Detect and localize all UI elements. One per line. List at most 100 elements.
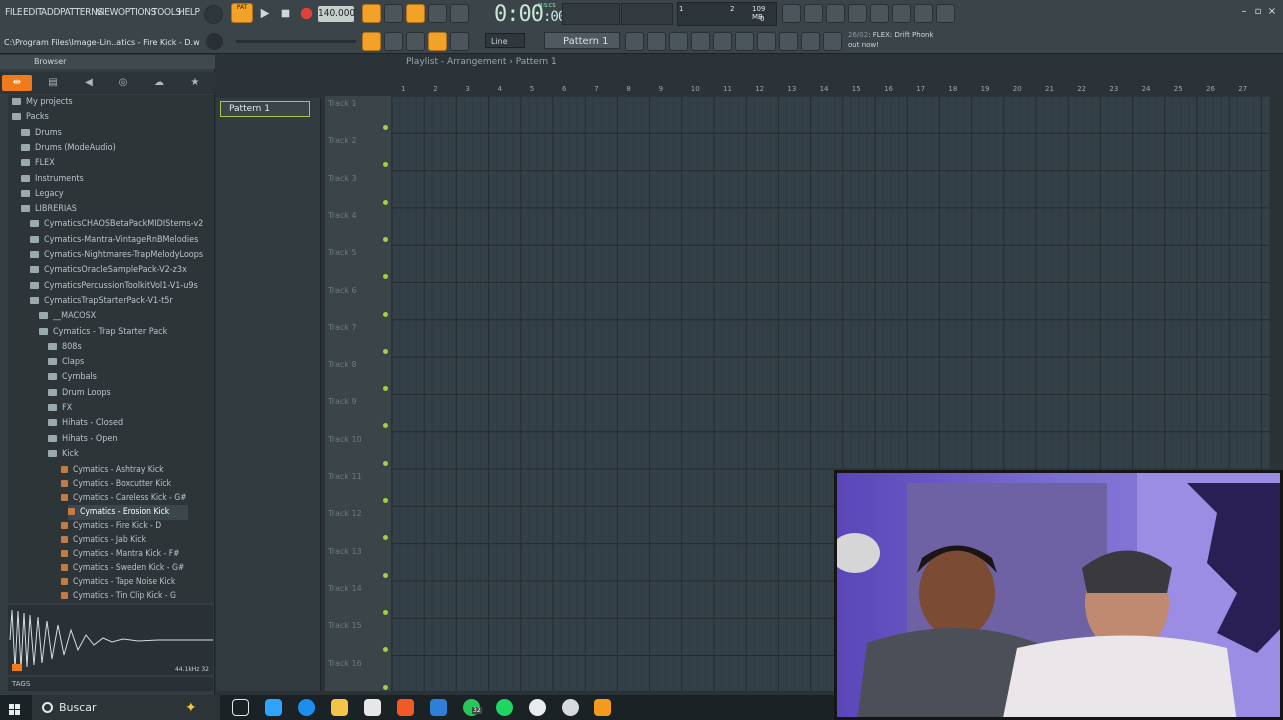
- arrow-icon[interactable]: [384, 32, 403, 51]
- menu-help[interactable]: HELP: [178, 7, 200, 18]
- tags-bar[interactable]: TAGS: [8, 677, 213, 691]
- browser-folder[interactable]: CymaticsTrapStarterPack-V1-t5r: [30, 294, 173, 309]
- metronome-button[interactable]: [362, 4, 381, 23]
- edge-icon[interactable]: [298, 699, 315, 716]
- track-mute-dot[interactable]: [383, 162, 388, 168]
- browser-folder[interactable]: CymaticsCHAOSBetaPackMIDIStems-v2: [30, 217, 203, 232]
- browser-file[interactable]: Cymatics - Sweden Kick - G#: [61, 561, 184, 576]
- browser-folder[interactable]: Kick: [48, 447, 79, 462]
- track-header[interactable]: Track 16: [325, 659, 391, 668]
- news-panel[interactable]: 26/02: FLEX: Drift Phonk out now!: [848, 30, 933, 50]
- browser-folder[interactable]: Packs: [12, 110, 49, 125]
- track-header[interactable]: Track 12: [325, 509, 391, 518]
- touch-keyboard-icon[interactable]: [823, 32, 842, 51]
- mixer-icon[interactable]: [691, 32, 710, 51]
- store-icon[interactable]: [364, 699, 381, 716]
- browser-folder[interactable]: My projects: [12, 95, 73, 110]
- browser-folder[interactable]: Instruments: [21, 172, 84, 187]
- track-mute-dot[interactable]: [383, 609, 388, 615]
- track-header[interactable]: Track 7: [325, 323, 391, 332]
- track-header[interactable]: Track 8: [325, 360, 391, 369]
- project-tab-icon[interactable]: ▤: [38, 75, 68, 91]
- menu-add[interactable]: ADD: [41, 7, 60, 18]
- browser-file[interactable]: Cymatics - Boxcutter Kick: [61, 477, 171, 492]
- link-icon[interactable]: [428, 32, 447, 51]
- track-mute-dot[interactable]: [383, 647, 388, 653]
- cloud-tab-icon[interactable]: ☁: [144, 75, 174, 91]
- browser-file[interactable]: Cymatics - Tin Clip Kick - G: [61, 589, 176, 603]
- maximize-icon[interactable]: ▫: [1252, 6, 1264, 18]
- track-mute-dot[interactable]: [383, 125, 388, 130]
- track-mute-dot[interactable]: [383, 684, 388, 690]
- browser-folder[interactable]: Drums (ModeAudio): [21, 141, 116, 156]
- browser-folder[interactable]: __MACOSX: [39, 309, 96, 324]
- stamp-icon[interactable]: [450, 32, 469, 51]
- save-icon[interactable]: [870, 4, 889, 23]
- chat-icon[interactable]: [914, 4, 933, 23]
- track-mute-dot[interactable]: [383, 498, 388, 503]
- browser-file[interactable]: Cymatics - Ashtray Kick: [61, 463, 164, 478]
- track-mute-dot[interactable]: [383, 199, 388, 205]
- record-button[interactable]: [297, 4, 316, 23]
- browser-folder[interactable]: Cymbals: [48, 370, 97, 385]
- playlist-button[interactable]: [362, 32, 381, 51]
- explorer-icon[interactable]: [331, 699, 348, 716]
- browser-toggle-icon[interactable]: [713, 32, 732, 51]
- browser-folder[interactable]: Legacy: [21, 187, 64, 202]
- menu-view[interactable]: VIEW: [96, 7, 118, 18]
- pattern-selector[interactable]: Pattern 1: [544, 32, 620, 49]
- track-mute-dot[interactable]: [383, 311, 388, 317]
- piano-roll-icon[interactable]: [669, 32, 688, 51]
- track-header[interactable]: Track 2: [325, 136, 391, 145]
- mail-icon[interactable]: [430, 699, 447, 716]
- browser-folder[interactable]: CymaticsOracleSamplePack-V2-z3x: [30, 263, 187, 278]
- track-header[interactable]: Track 14: [325, 584, 391, 593]
- plugins-tab-icon[interactable]: ◎: [108, 75, 138, 91]
- browser-folder[interactable]: Hihats - Closed: [48, 416, 123, 431]
- fl-studio-icon[interactable]: [594, 699, 611, 716]
- tool-icon[interactable]: [779, 32, 798, 51]
- menu-file[interactable]: FILE: [5, 7, 23, 18]
- browser-folder[interactable]: FLEX: [21, 156, 55, 171]
- sounds-tab-icon[interactable]: ◀: [74, 75, 104, 91]
- brave-icon[interactable]: [397, 699, 414, 716]
- menu-edit[interactable]: EDIT: [23, 7, 43, 18]
- browser-folder[interactable]: Cymatics-Mantra-VintageRnBMelodies: [30, 233, 198, 248]
- cut-icon[interactable]: [804, 4, 823, 23]
- browser-folder[interactable]: Cymatics-Nightmares-TrapMelodyLoops: [30, 248, 203, 263]
- track-header[interactable]: Track 5: [325, 248, 391, 257]
- track-header[interactable]: Track 4: [325, 211, 391, 220]
- tempo-tap-icon[interactable]: [625, 32, 644, 51]
- help-icon[interactable]: [848, 4, 867, 23]
- browser-file[interactable]: Cymatics - Tape Noise Kick: [61, 575, 175, 590]
- track-mute-dot[interactable]: [383, 348, 388, 354]
- close-icon[interactable]: ×: [1266, 6, 1278, 18]
- browser-folder[interactable]: FX: [48, 401, 72, 416]
- track-header[interactable]: Track 3: [325, 174, 391, 183]
- browser-folder[interactable]: Drum Loops: [48, 386, 111, 401]
- master-volume-knob[interactable]: [206, 33, 223, 50]
- tempo-display[interactable]: 140.000: [318, 6, 355, 22]
- copilot-icon[interactable]: [265, 699, 282, 716]
- track-mute-dot[interactable]: [383, 460, 388, 466]
- browser-folder[interactable]: LIBRERIAS: [21, 202, 77, 217]
- step-edit-button[interactable]: [428, 4, 447, 23]
- pattern-item[interactable]: Pattern 1: [220, 101, 310, 117]
- blend-notes-button[interactable]: [450, 4, 469, 23]
- minimize-icon[interactable]: –: [1238, 6, 1250, 18]
- track-mute-dot[interactable]: [383, 535, 388, 541]
- pencil-icon[interactable]: [406, 32, 425, 51]
- task-view-icon[interactable]: [232, 699, 249, 716]
- stop-button[interactable]: [276, 4, 295, 23]
- track-mute-dot[interactable]: [383, 386, 388, 392]
- mic-icon[interactable]: [826, 4, 845, 23]
- all-tab-icon[interactable]: ⇹: [2, 75, 32, 91]
- menu-options[interactable]: OPTIONS: [118, 7, 156, 18]
- plugin-picker-icon[interactable]: [757, 32, 776, 51]
- obs-icon[interactable]: [562, 699, 579, 716]
- browser-file[interactable]: Cymatics - Erosion Kick: [68, 505, 188, 521]
- track-header[interactable]: Track 15: [325, 621, 391, 630]
- master-pitch-slider[interactable]: [236, 40, 356, 43]
- favorites-tab-icon[interactable]: ★: [180, 75, 210, 91]
- track-mute-dot[interactable]: [383, 423, 388, 429]
